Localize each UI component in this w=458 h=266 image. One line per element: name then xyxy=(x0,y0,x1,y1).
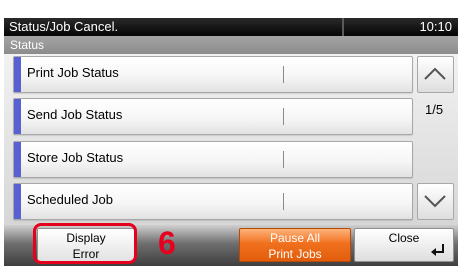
highlight-frame xyxy=(33,223,137,264)
status-header-label: Status xyxy=(10,38,45,52)
chevron-up-icon xyxy=(424,67,446,80)
menu-item-label: Store Job Status xyxy=(27,150,124,165)
menu-item-accent xyxy=(14,99,21,134)
pause-all-print-jobs-button[interactable]: Pause All Print Jobs xyxy=(239,228,351,262)
title-bar: Status/Job Cancel. 10:10 xyxy=(4,18,458,36)
scroll-up-button[interactable] xyxy=(417,56,454,93)
panel-screen: Status/Job Cancel. 10:10 Status Print Jo… xyxy=(0,0,458,266)
close-button[interactable]: Close xyxy=(354,228,454,262)
enter-return-icon xyxy=(431,244,444,256)
menu-item-label: Print Job Status xyxy=(27,65,119,80)
menu-item-scheduled-job[interactable]: Scheduled Job xyxy=(13,183,413,220)
title-separator xyxy=(342,18,344,36)
menu-item-accent xyxy=(14,142,21,177)
menu-item-send-job-status[interactable]: Send Job Status xyxy=(13,98,413,135)
pause-all-label-line2: Print Jobs xyxy=(268,247,322,261)
menu-item-store-job-status[interactable]: Store Job Status xyxy=(13,141,413,178)
step-number-callout: 6 xyxy=(158,225,176,261)
menu-item-divider xyxy=(283,66,284,83)
menu-item-label: Scheduled Job xyxy=(27,192,114,207)
scroll-down-button[interactable] xyxy=(417,183,454,220)
menu-item-divider xyxy=(283,151,284,168)
menu-item-accent xyxy=(14,57,21,92)
menu-item-accent xyxy=(14,184,21,219)
menu-item-divider xyxy=(283,193,284,210)
clock-time: 10:10 xyxy=(419,19,452,34)
chevron-down-icon xyxy=(424,195,446,208)
page-indicator: 1/5 xyxy=(425,102,444,117)
menu-item-label: Send Job Status xyxy=(27,107,123,122)
status-header: Status xyxy=(4,36,458,54)
menu-item-divider xyxy=(283,108,284,125)
pause-all-label-line1: Pause All xyxy=(269,231,321,245)
screen-title: Status/Job Cancel. xyxy=(9,19,119,34)
menu-item-print-job-status[interactable]: Print Job Status xyxy=(13,56,413,93)
